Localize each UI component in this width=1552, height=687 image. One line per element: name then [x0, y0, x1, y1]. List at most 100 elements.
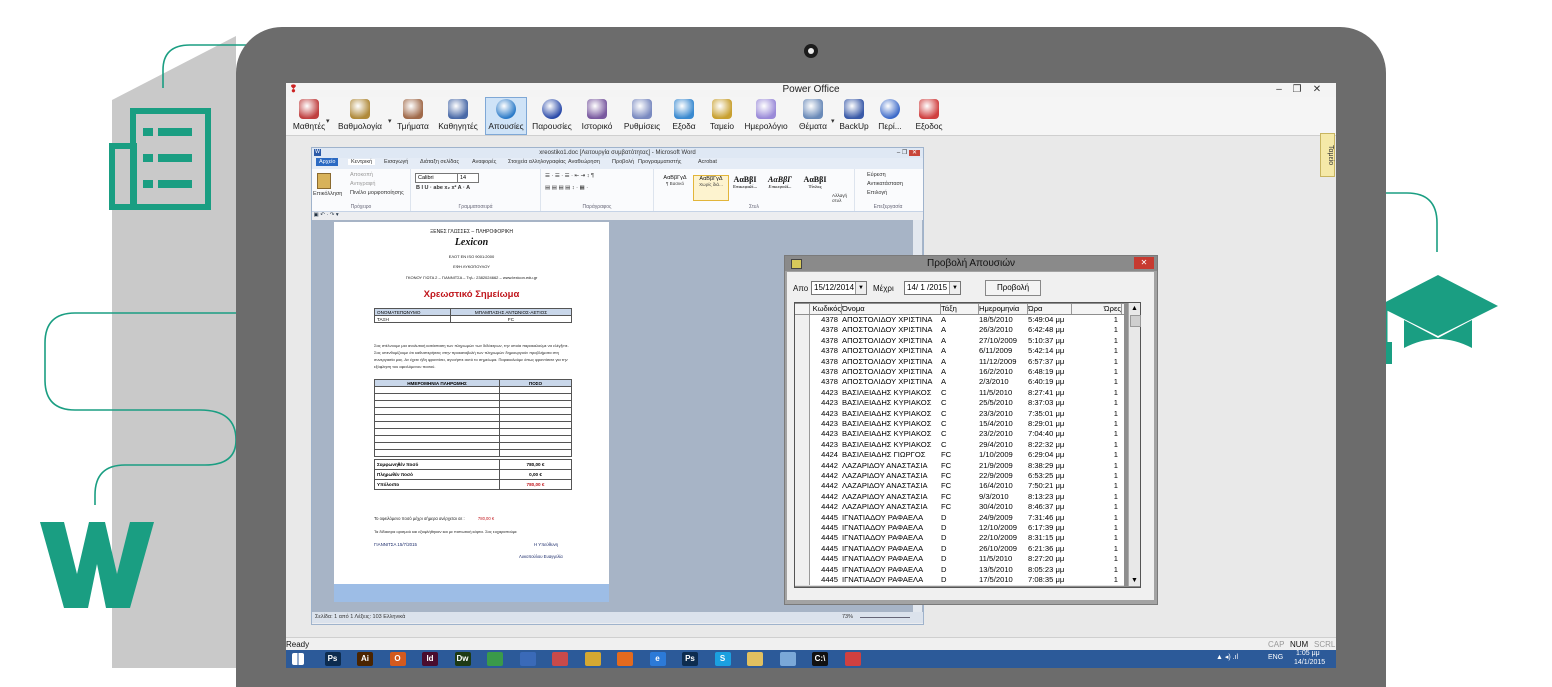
format-painter-button[interactable]: Πινέλο μορφοποίησης [350, 190, 404, 196]
style-gallery-item[interactable]: ΑαΒβΙ Επικεφαλί... [728, 175, 762, 199]
row-selector[interactable] [795, 502, 810, 513]
row-selector[interactable] [795, 429, 810, 440]
row-selector[interactable] [795, 512, 810, 523]
toolbar-button-about[interactable]: Περί... [875, 98, 905, 134]
row-selector[interactable] [795, 315, 810, 326]
chevron-down-icon[interactable]: ▼ [949, 282, 960, 294]
row-selector[interactable] [795, 564, 810, 575]
ps-tool-icon[interactable] [552, 652, 568, 666]
leaf-app-icon[interactable] [487, 652, 503, 666]
row-selector[interactable] [795, 450, 810, 461]
close-button[interactable]: ✕ [1310, 83, 1324, 97]
grid-column-header[interactable]: Κωδικός [810, 304, 842, 315]
style-gallery-item[interactable]: ΑαΒβΓ Επικεφαλί... [763, 175, 797, 199]
grid-column-header[interactable]: Ώρες [1072, 304, 1122, 315]
word-tab[interactable]: Προγραμματιστής [638, 159, 681, 165]
zoom-level[interactable]: 73% [842, 612, 853, 623]
word-tab[interactable]: Στοιχεία αλληλογραφίας [508, 159, 566, 165]
row-selector[interactable] [795, 346, 810, 357]
view-button[interactable]: Προβολή [985, 280, 1041, 296]
row-selector[interactable] [795, 439, 810, 451]
row-selector[interactable] [795, 367, 810, 378]
font-size-combo[interactable]: 14 [457, 173, 479, 183]
toolbar-button-backup[interactable]: BackUp [837, 98, 871, 134]
tray-icons[interactable]: ▲ ◂) .ıl [1216, 653, 1238, 661]
toolbar-button-expenses[interactable]: Εξοδα [668, 98, 700, 134]
grid-column-header[interactable]: Τάξη [941, 304, 979, 315]
toolbar-button-exit[interactable]: Εξοδος [913, 98, 945, 134]
row-selector[interactable] [795, 356, 810, 367]
word-tab[interactable]: Προβολή [612, 159, 634, 165]
chevron-down-icon[interactable]: ▾ [831, 117, 835, 125]
row-selector[interactable] [795, 377, 810, 388]
restore-button[interactable]: ❐ [1290, 83, 1304, 97]
row-selector[interactable] [795, 471, 810, 482]
dreamweaver-icon[interactable]: Dw [454, 652, 471, 666]
indesign-icon[interactable]: Id [422, 652, 438, 666]
select-button[interactable]: Επιλογή [867, 190, 887, 196]
row-selector[interactable] [795, 460, 810, 471]
change-styles-button[interactable]: Αλλαγή στυλ [832, 193, 852, 203]
side-tab-cashier[interactable]: Ταμείο [1320, 133, 1335, 177]
photoshop-icon[interactable]: Ps [324, 652, 341, 666]
toolbar-button-topics[interactable]: Θέματα [794, 98, 832, 134]
cut-button[interactable]: Αποκοπή [350, 172, 373, 178]
word-tab[interactable]: Αναθεώρηση [568, 159, 600, 165]
word-tab[interactable]: Αναφορές [472, 159, 496, 165]
network-icon[interactable] [519, 652, 536, 666]
toolbar-button-cashier[interactable]: Ταμείο [706, 98, 738, 134]
toolbar-button-settings[interactable]: Ρυθμίσεις [621, 98, 663, 134]
grid-column-header[interactable]: Όνομα [842, 304, 941, 315]
zoom-slider[interactable] [860, 617, 910, 618]
chevron-down-icon[interactable]: ▾ [326, 117, 330, 125]
start-icon[interactable] [292, 653, 304, 665]
row-selector[interactable] [795, 398, 810, 409]
word-tab[interactable]: Κεντρική [348, 159, 376, 165]
toolbar-button-history[interactable]: Ιστορικό [578, 98, 616, 134]
office-icon[interactable]: O [389, 652, 406, 666]
word-window-controls[interactable]: – ❐ ✕ [897, 148, 920, 158]
replace-button[interactable]: Αντικατάσταση [867, 181, 903, 187]
tablet-icon[interactable] [779, 652, 796, 666]
scroll-up-icon[interactable]: ▲ [1129, 303, 1140, 314]
toolbar-button-absences[interactable]: Απουσίες [485, 97, 527, 135]
paste-icon[interactable] [317, 173, 331, 189]
font-format-buttons[interactable]: B I U · abe x₂ x² A · A [416, 185, 470, 191]
photoshop2-icon[interactable]: Ps [682, 652, 698, 666]
chevron-down-icon[interactable]: ▾ [388, 117, 392, 125]
row-selector[interactable] [795, 419, 810, 430]
paste-button[interactable]: Επικόλληση [313, 191, 342, 197]
style-gallery-item[interactable]: ΑαΒβΙ Τίτλος [798, 175, 832, 199]
list-buttons[interactable]: ☰ · ☰ · ☰ · ⇤ ⇥ ↕ ¶ [545, 173, 594, 179]
to-date-picker[interactable]: 14/ 1 /2015 ▼ [904, 281, 961, 295]
quick-access-toolbar[interactable]: ▣ ↶ · ↷ ▾ [312, 212, 923, 220]
grid-vertical-scrollbar[interactable]: ▲ ▼ [1128, 303, 1141, 586]
row-selector[interactable] [795, 335, 810, 347]
align-buttons[interactable]: ▤ ▤ ▤ ▤ ↕ · ▦ · [545, 185, 588, 191]
row-selector[interactable] [795, 325, 810, 336]
row-selector[interactable] [795, 543, 810, 555]
toolbar-button-grades[interactable]: Βαθμολογία [331, 98, 389, 134]
word-tab[interactable]: Εισαγωγή [384, 159, 408, 165]
clock-time[interactable]: 1:05 μμ [1296, 650, 1320, 657]
skype-icon[interactable]: S [714, 652, 731, 666]
row-selector[interactable] [795, 481, 810, 492]
grid-column-header[interactable]: Ώρα [1028, 304, 1072, 315]
row-selector[interactable] [795, 491, 810, 503]
toolbar-button-teachers[interactable]: Καθηγητές [436, 98, 480, 134]
scroll-thumb[interactable] [1130, 315, 1141, 327]
copy-button[interactable]: Αντιγραφή [350, 181, 375, 187]
row-selector[interactable] [795, 408, 810, 419]
scroll-down-icon[interactable]: ▼ [1129, 575, 1140, 586]
toolbar-button-students[interactable]: Μαθητές [291, 98, 327, 134]
table-row[interactable]: 4445 ΙΓΝΑΤΙΑΔΟΥ ΡΑΦΑΕΛΑ D 17/5/2010 7:08:35 … [795, 575, 1124, 587]
firefox-icon[interactable] [617, 652, 633, 666]
grid-column-header[interactable]: Ημερομηνία [979, 304, 1028, 315]
dialog-close-button[interactable]: ✕ [1134, 257, 1154, 269]
word-tab[interactable]: Acrobat [698, 159, 717, 165]
row-selector[interactable] [795, 575, 810, 586]
font-name-combo[interactable]: Calibri [415, 173, 459, 183]
toolbar-button-attendance[interactable]: Παρουσίες [530, 98, 574, 134]
chevron-down-icon[interactable]: ▼ [855, 282, 866, 294]
clock-date[interactable]: 14/1/2015 [1294, 659, 1325, 666]
